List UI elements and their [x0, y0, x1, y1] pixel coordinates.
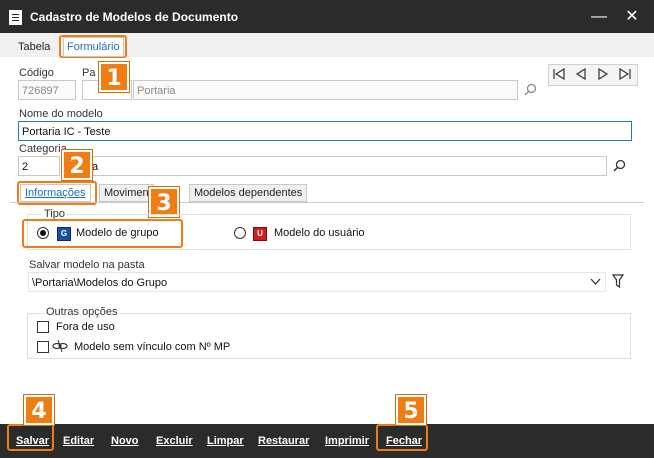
tab-formulario[interactable]: Formulário — [63, 37, 124, 57]
salvar-button[interactable]: Salvar — [16, 432, 49, 450]
fechar-button[interactable]: Fechar — [386, 432, 422, 450]
callout-3: 3 — [148, 186, 180, 218]
modelo-usuario-radio[interactable] — [234, 227, 246, 239]
tab-modelos-dependentes[interactable]: Modelos dependentes — [189, 184, 308, 202]
modelo-grupo-radio[interactable] — [37, 227, 49, 239]
window-title: Cadastro de Modelos de Documento — [30, 10, 239, 24]
categoria-label: Categoria — [19, 143, 67, 155]
title-bar: Cadastro de Modelos de Documento — ✕ — [0, 0, 654, 33]
user-badge-icon: U — [253, 227, 267, 241]
salvar-pasta-label: Salvar modelo na pasta — [29, 259, 145, 271]
chevron-down-icon[interactable] — [590, 278, 601, 285]
callout-1: 1 — [98, 61, 130, 93]
fora-de-uso-checkbox[interactable] — [37, 321, 49, 333]
first-record-icon[interactable] — [552, 68, 566, 80]
subtab-divider — [10, 202, 644, 203]
next-record-icon[interactable] — [597, 68, 609, 80]
limpar-button[interactable]: Limpar — [207, 432, 244, 450]
pasta-label: Pa — [82, 67, 96, 79]
nome-label: Nome do modelo — [19, 108, 103, 120]
tab-tabela[interactable]: Tabela — [15, 38, 53, 56]
group-badge-icon: G — [57, 227, 71, 241]
last-record-icon[interactable] — [618, 68, 632, 80]
codigo-label: Código — [19, 67, 54, 79]
modelo-usuario-label[interactable]: Modelo do usuário — [274, 227, 365, 239]
sem-vinculo-checkbox[interactable] — [37, 341, 49, 353]
folder-filter-icon[interactable] — [612, 274, 624, 289]
close-icon[interactable]: ✕ — [618, 6, 646, 28]
sem-vinculo-label[interactable]: Modelo sem vínculo com Nº MP — [74, 341, 230, 353]
broken-link-icon — [52, 339, 68, 353]
app-document-icon — [9, 10, 22, 25]
codigo-field[interactable]: 726897 — [18, 80, 76, 100]
categoria-search-icon[interactable] — [613, 159, 626, 172]
modelo-grupo-label[interactable]: Modelo de grupo — [76, 227, 159, 239]
outras-opcoes-label: Outras opções — [44, 306, 120, 318]
editar-button[interactable]: Editar — [63, 432, 94, 450]
categoria-code-field[interactable]: 2 — [18, 156, 60, 176]
excluir-button[interactable]: Excluir — [156, 432, 193, 450]
pasta-search-icon[interactable] — [524, 83, 537, 96]
previous-record-icon[interactable] — [575, 68, 587, 80]
fora-de-uso-label[interactable]: Fora de uso — [56, 321, 115, 333]
tab-movimentos[interactable]: Movimen — [99, 184, 154, 202]
novo-button[interactable]: Novo — [111, 432, 139, 450]
callout-4: 4 — [23, 394, 55, 426]
salvar-pasta-select[interactable]: \Portaria\Modelos do Grupo — [28, 272, 606, 292]
restaurar-button[interactable]: Restaurar — [258, 432, 309, 450]
callout-2: 2 — [61, 149, 93, 181]
nome-field[interactable]: Portaria IC - Teste — [18, 121, 632, 141]
categoria-field[interactable]: a — [61, 156, 607, 176]
minimize-icon[interactable]: — — [585, 6, 613, 28]
callout-5: 5 — [395, 394, 427, 426]
imprimir-button[interactable]: Imprimir — [325, 432, 369, 450]
pasta-field[interactable]: Portaria — [133, 80, 518, 100]
